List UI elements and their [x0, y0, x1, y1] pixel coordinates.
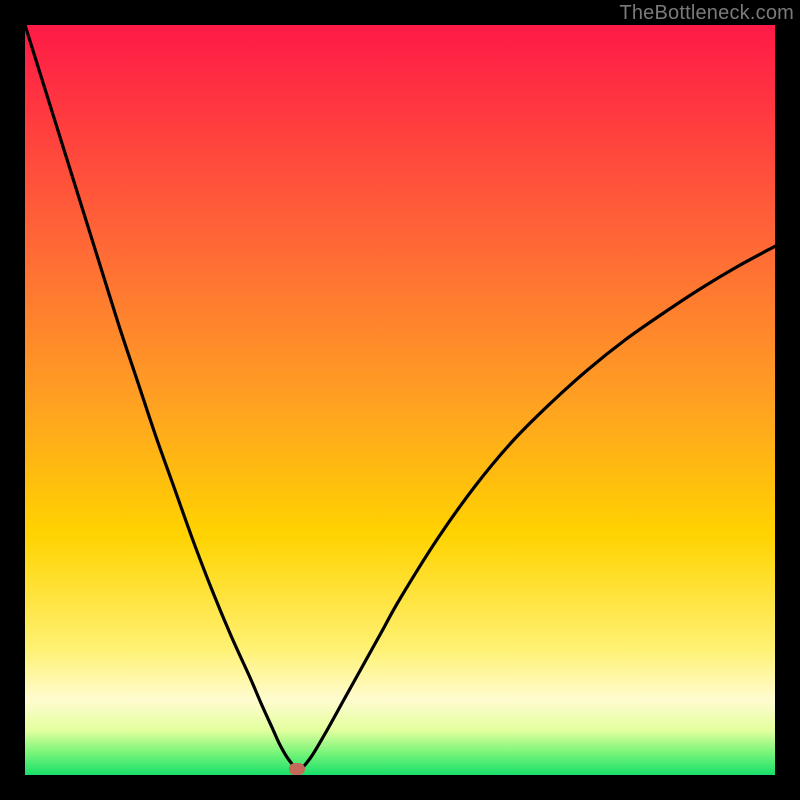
watermark-label: TheBottleneck.com — [619, 2, 794, 25]
optimum-marker — [289, 763, 305, 775]
chart-plot-area — [25, 25, 775, 775]
bottleneck-curve — [25, 25, 775, 775]
chart-frame: TheBottleneck.com — [0, 0, 800, 800]
